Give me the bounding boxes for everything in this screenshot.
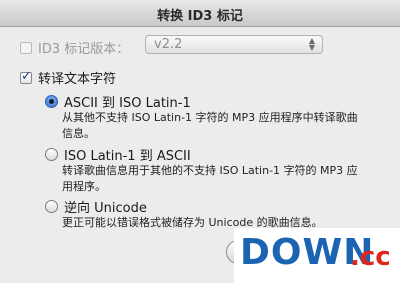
option-latin1-to-ascii-label: ISO Latin-1 到 ASCII (64, 149, 191, 164)
popup-arrows-icon: ▲ ▼ (308, 36, 315, 52)
description-line: 转译歌曲信息用于其他的不支持 ISO Latin-1 字符的 MP3 应 (62, 164, 358, 177)
description-line: 用程序。 (62, 180, 106, 193)
title-bar: 转换 ID3 标记 (0, 0, 400, 27)
id3-version-checkbox[interactable] (20, 41, 32, 54)
id3-version-label: ID3 标记版本： (38, 42, 130, 57)
id3-version-value: v2.2 (154, 37, 183, 52)
window-title: 转换 ID3 标记 (157, 9, 243, 24)
option-ascii-to-latin1-description: 从其他不支持 ISO Latin-1 字符的 MP3 应用程序中转译歌曲 信息。 (62, 110, 358, 142)
radio-ascii-to-latin1[interactable] (45, 95, 58, 108)
watermark-logo-suffix: .cc (350, 242, 391, 272)
radio-latin1-to-ascii[interactable] (45, 148, 58, 161)
radio-reverse-unicode[interactable] (45, 200, 58, 213)
id3-version-popup[interactable]: v2.2 ▲ ▼ (145, 35, 323, 54)
description-line: 信息。 (62, 127, 95, 140)
option-latin1-to-ascii[interactable]: ISO Latin-1 到 ASCII (45, 145, 191, 164)
convert-text-checkbox[interactable] (20, 69, 32, 84)
watermark-logo: DOWN .cc (234, 228, 400, 283)
convert-text-row: 转译文本字符 (20, 68, 116, 87)
option-reverse-unicode[interactable]: 逆向 Unicode (45, 197, 147, 216)
option-ascii-to-latin1[interactable]: ASCII 到 ISO Latin-1 (45, 92, 191, 111)
option-ascii-to-latin1-label: ASCII 到 ISO Latin-1 (64, 96, 191, 111)
convert-text-label: 转译文本字符 (38, 72, 117, 87)
option-latin1-to-ascii-description: 转译歌曲信息用于其他的不支持 ISO Latin-1 字符的 MP3 应 用程序… (62, 163, 358, 195)
option-reverse-unicode-label: 逆向 Unicode (64, 201, 147, 216)
id3-version-row: ID3 标记版本： (20, 38, 129, 57)
description-line: 从其他不支持 ISO Latin-1 字符的 MP3 应用程序中转译歌曲 (62, 111, 358, 124)
